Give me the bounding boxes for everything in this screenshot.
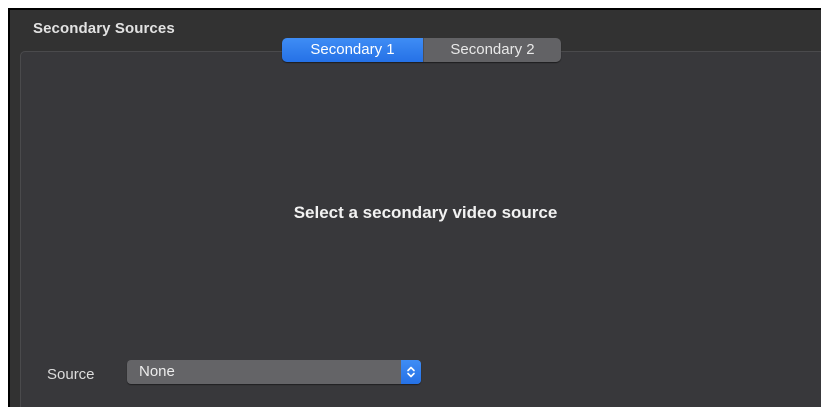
secondary-source-group — [20, 51, 821, 407]
chevron-up-down-icon — [401, 360, 421, 384]
section-title: Secondary Sources — [33, 20, 175, 37]
tab-secondary-2[interactable]: Secondary 2 — [423, 38, 561, 62]
tab-secondary-1[interactable]: Secondary 1 — [282, 38, 423, 62]
tab-bar: Secondary 1 Secondary 2 — [282, 38, 561, 62]
source-select[interactable]: None — [127, 360, 421, 384]
secondary-sources-panel: Secondary Sources Secondary 1 Secondary … — [8, 8, 821, 407]
source-select-value: None — [139, 363, 175, 380]
source-label: Source — [47, 366, 95, 383]
empty-state-message: Select a secondary video source — [293, 203, 558, 222]
